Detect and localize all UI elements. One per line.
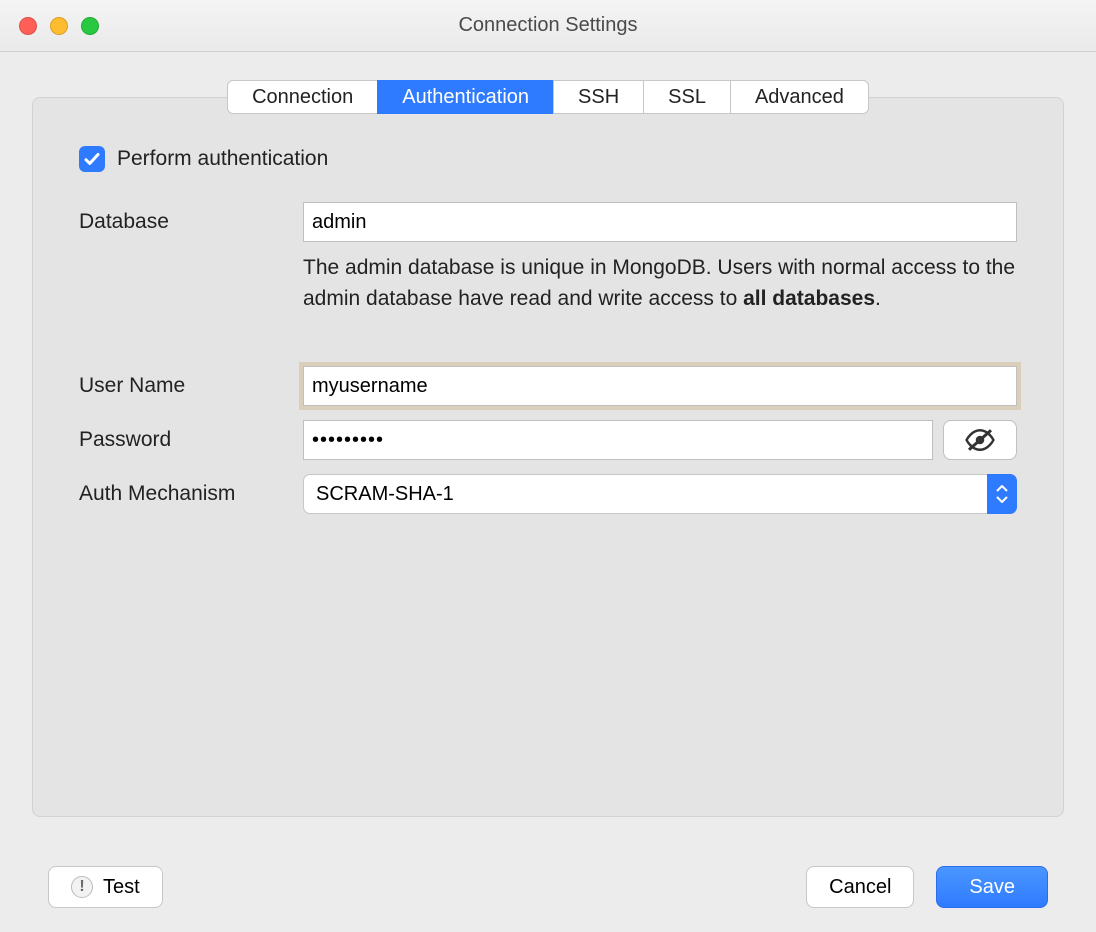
- database-helper-bold: all databases: [743, 287, 875, 310]
- eye-slash-icon: [965, 429, 995, 451]
- password-input[interactable]: [303, 420, 933, 460]
- zoom-window-button[interactable]: [81, 17, 99, 35]
- tab-bar: Connection Authentication SSH SSL Advanc…: [32, 80, 1064, 114]
- tab-connection[interactable]: Connection: [227, 80, 378, 114]
- tab-advanced[interactable]: Advanced: [730, 80, 869, 114]
- username-label: User Name: [79, 366, 303, 398]
- database-helper-suffix: .: [875, 287, 881, 310]
- minimize-window-button[interactable]: [50, 17, 68, 35]
- titlebar: Connection Settings: [0, 0, 1096, 52]
- save-button-label: Save: [969, 876, 1015, 899]
- database-input[interactable]: [303, 202, 1017, 242]
- password-label: Password: [79, 420, 303, 452]
- window-title: Connection Settings: [458, 14, 637, 37]
- dialog-buttons: ! Test Cancel Save: [32, 866, 1064, 908]
- test-button-label: Test: [103, 876, 140, 899]
- check-icon: [83, 150, 101, 168]
- window-controls: [0, 17, 99, 35]
- auth-panel: Perform authentication Database The admi…: [32, 97, 1064, 817]
- database-helper-prefix: The admin database is unique in MongoDB.…: [303, 256, 1015, 310]
- perform-auth-label: Perform authentication: [117, 147, 328, 171]
- close-window-button[interactable]: [19, 17, 37, 35]
- database-label: Database: [79, 202, 303, 234]
- username-input[interactable]: [303, 366, 1017, 406]
- auth-mechanism-value: SCRAM-SHA-1: [316, 483, 454, 506]
- content-area: Connection Authentication SSH SSL Advanc…: [0, 52, 1096, 932]
- tab-ssh[interactable]: SSH: [553, 80, 644, 114]
- database-helper-text: The admin database is unique in MongoDB.…: [303, 252, 1017, 314]
- toggle-password-visibility-button[interactable]: [943, 420, 1017, 460]
- test-button[interactable]: ! Test: [48, 866, 163, 908]
- tab-authentication[interactable]: Authentication: [377, 80, 554, 114]
- save-button[interactable]: Save: [936, 866, 1048, 908]
- exclamation-icon: !: [71, 876, 93, 898]
- cancel-button[interactable]: Cancel: [806, 866, 914, 908]
- auth-mechanism-select[interactable]: SCRAM-SHA-1: [303, 474, 1017, 514]
- perform-auth-checkbox[interactable]: [79, 146, 105, 172]
- tab-ssl[interactable]: SSL: [643, 80, 731, 114]
- cancel-button-label: Cancel: [829, 876, 891, 899]
- auth-mechanism-label: Auth Mechanism: [79, 474, 303, 506]
